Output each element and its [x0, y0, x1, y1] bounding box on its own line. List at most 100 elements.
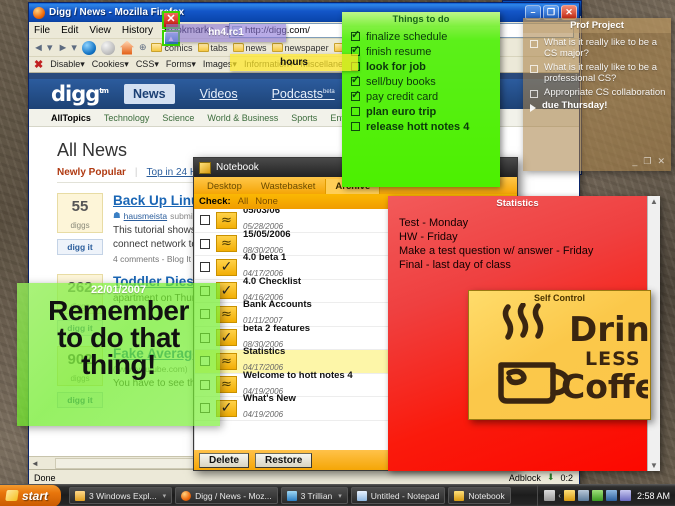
bookmark-newspaper[interactable]: newspaper [271, 43, 329, 53]
adblock-status[interactable]: Adblock [509, 473, 541, 483]
rss-icon[interactable]: ⊕ [139, 42, 147, 53]
todo-item[interactable]: plan euro trip [342, 104, 500, 119]
security-icon[interactable] [591, 490, 603, 501]
chevron-down-icon[interactable]: ▾ [338, 492, 342, 500]
sticky-note-self-control[interactable]: Self Control Drink LESS Coffee Drink [468, 290, 651, 420]
digg-it-button[interactable]: digg it [57, 239, 103, 255]
menu-edit[interactable]: Edit [61, 25, 78, 36]
download-icon[interactable]: ⬇ [547, 472, 555, 483]
prof-checkbox[interactable] [530, 64, 538, 73]
display-icon[interactable] [605, 490, 617, 501]
taskbar-item-notepad[interactable]: Untitled - Notepad [350, 487, 446, 504]
todo-item[interactable]: pay credit card [342, 88, 500, 104]
wd-cookies[interactable]: Cookies▾ [92, 59, 129, 70]
digg-tab-videos[interactable]: Videos [191, 84, 247, 104]
note-line: Final - last day of class [399, 259, 511, 272]
prof-item[interactable]: Appropriate CS collaboration [523, 86, 671, 99]
chevron-left-icon[interactable]: ‹ [558, 491, 561, 500]
sticky-note-remember[interactable]: 22/01/2007 Remember to do that thing! [17, 283, 220, 426]
maximize-icon[interactable]: ❐ [643, 156, 651, 167]
note-line: Make a test question w/ answer - Friday [399, 245, 594, 258]
todo-checkbox[interactable] [351, 107, 360, 116]
todo-checkbox[interactable] [351, 28, 360, 41]
digg-logo[interactable]: diggtm [51, 82, 109, 106]
system-tray[interactable]: ‹ 2:58 AM [537, 484, 675, 506]
stop-icon[interactable] [100, 40, 115, 55]
folder-icon [151, 43, 163, 52]
taskbar[interactable]: start 3 Windows Expl... ▾ Digg / News - … [0, 484, 675, 506]
minimize-icon[interactable]: _ [632, 156, 637, 167]
digg-tab-news[interactable]: News [123, 84, 175, 104]
digg-nav-technology[interactable]: Technology [104, 113, 150, 123]
sticky-note-prof-project[interactable]: Prof Project What is it really like to b… [523, 18, 671, 171]
taskbar-item-trillian[interactable]: 3 Trillian ▾ [280, 487, 348, 504]
restore-button[interactable]: Restore [255, 452, 313, 468]
row-checkbox[interactable] [200, 238, 210, 249]
show-desktop-icon[interactable] [544, 490, 556, 501]
bookmark-tabs[interactable]: tabs [197, 43, 228, 53]
prof-item[interactable]: What is it really like to be a professio… [523, 61, 671, 86]
digg-nav-alltopics[interactable]: AllTopics [51, 113, 91, 123]
todo-checkbox[interactable] [351, 73, 360, 86]
digg-subnav-newly-popular[interactable]: Newly Popular [57, 167, 126, 178]
taskbar-item-notebook[interactable]: Notebook [448, 487, 511, 504]
taskbar-item-label: Digg / News - Moz... [195, 490, 272, 501]
digg-nav-sports[interactable]: Sports [291, 113, 317, 123]
close-icon[interactable]: ✕ [657, 156, 665, 167]
bookmark-news[interactable]: news [232, 43, 267, 53]
notepad-icon [356, 490, 367, 501]
scroll-up-icon[interactable]: ▲ [650, 197, 658, 206]
wd-forms[interactable]: Forms▾ [166, 59, 196, 70]
todo-item[interactable]: release hott notes 4 [342, 119, 500, 134]
firefox-icon [181, 490, 192, 501]
tab-desktop[interactable]: Desktop [198, 179, 251, 194]
clock[interactable]: 2:58 AM [637, 491, 670, 501]
note-line-2: to do that [57, 321, 180, 353]
taskbar-item-firefox[interactable]: Digg / News - Moz... [175, 487, 278, 504]
article-author[interactable]: hausmeista [124, 211, 167, 221]
todo-checkbox[interactable] [351, 88, 360, 101]
scroll-left-icon[interactable]: ◄ [29, 459, 41, 468]
menu-view[interactable]: View [89, 25, 111, 36]
prof-checkbox[interactable] [530, 89, 538, 98]
chevron-down-icon[interactable]: ▾ [163, 492, 167, 500]
sticky-note-hours[interactable]: hours [230, 54, 358, 71]
todo-item[interactable]: finish resume [342, 43, 500, 59]
row-name: What's New [243, 393, 296, 405]
forward-icon[interactable]: ► ▾ [57, 41, 76, 54]
check-all-link[interactable]: All [238, 196, 249, 207]
row-checkbox[interactable] [200, 215, 210, 226]
back-icon[interactable]: ◄ ▾ [33, 41, 52, 54]
home-icon[interactable] [119, 40, 134, 55]
row-checkbox[interactable] [200, 262, 210, 273]
close-icon[interactable]: ✖ [34, 58, 43, 71]
todo-checkbox[interactable] [351, 122, 360, 131]
network-icon[interactable] [577, 490, 589, 501]
wd-disable[interactable]: Disable▾ [50, 59, 85, 70]
prof-item[interactable]: What is it really like to be a CS major? [523, 36, 671, 61]
digg-nav-science[interactable]: Science [162, 113, 194, 123]
scroll-down-icon[interactable]: ▼ [650, 461, 658, 470]
tab-wastebasket[interactable]: Wastebasket [252, 179, 325, 194]
start-button[interactable]: start [0, 484, 62, 506]
todo-item[interactable]: sell/buy books [342, 73, 500, 89]
todo-item[interactable]: finalize schedule [342, 28, 500, 44]
menu-history[interactable]: History [122, 25, 153, 36]
user-icon: ☗ [113, 210, 121, 220]
todo-item[interactable]: look for job [342, 59, 500, 74]
reload-icon[interactable] [81, 40, 96, 55]
prof-item[interactable]: due Thursday! [523, 99, 671, 113]
taskbar-item-explorer[interactable]: 3 Windows Expl... ▾ [69, 487, 173, 504]
sticky-note-hn4[interactable]: hn4.rc1 [166, 24, 286, 42]
windows-flag-icon [5, 490, 19, 501]
digg-tab-podcasts[interactable]: Podcastsbeta [263, 84, 344, 104]
delete-button[interactable]: Delete [199, 452, 250, 468]
battery-icon[interactable] [619, 490, 631, 501]
prof-checkbox[interactable] [530, 40, 538, 48]
digg-nav-world[interactable]: World & Business [207, 113, 278, 123]
wd-css[interactable]: CSS▾ [136, 59, 159, 70]
hott-notes-icon[interactable] [563, 490, 575, 501]
sticky-note-things-to-do[interactable]: Things to do finalize schedule finish re… [342, 12, 500, 187]
menu-file[interactable]: File [34, 25, 50, 36]
check-none-link[interactable]: None [255, 196, 278, 207]
